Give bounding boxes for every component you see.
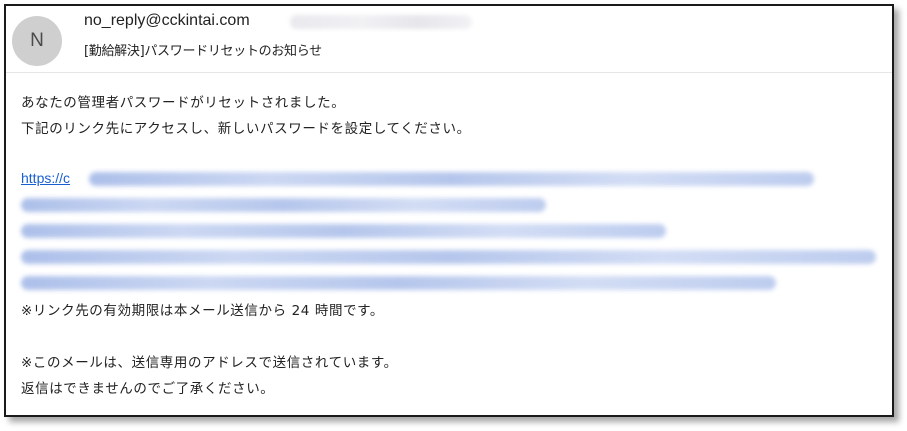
redacted-link-part [21,224,666,238]
redacted-link-part [21,276,776,290]
avatar-letter: N [30,30,44,51]
email-message-panel: N no_reply@cckintai.com [勤給解決]パスワードリセットの… [4,4,894,417]
redacted-link-part [21,198,546,212]
body-line-reset-notice: あなたの管理者パスワードがリセットされました。 [21,95,346,111]
reset-link-visible-text[interactable]: https://c [21,170,70,186]
email-header: N no_reply@cckintai.com [勤給解決]パスワードリセットの… [6,6,892,73]
sender-avatar[interactable]: N [12,16,62,66]
redacted-recipient [290,15,472,29]
body-line-expiry: ※リンク先の有効期限は本メール送信から 24 時間です。 [21,303,385,319]
body-line-no-reply-notice: 返信はできませんのでご了承ください。 [21,381,275,397]
email-body: あなたの管理者パスワードがリセットされました。 下記のリンク先にアクセスし、新し… [21,90,881,402]
reset-link[interactable]: https://c [21,168,881,298]
body-line-instruction: 下記のリンク先にアクセスし、新しいパスワードを設定してください。 [21,121,471,137]
email-subject: [勤給解決]パスワードリセットのお知らせ [84,44,322,59]
sender-address[interactable]: no_reply@cckintai.com [84,12,250,30]
redacted-link-part [21,250,876,264]
body-line-send-only-notice: ※このメールは、送信専用のアドレスで送信されています。 [21,355,398,371]
redacted-link-part [89,172,814,186]
